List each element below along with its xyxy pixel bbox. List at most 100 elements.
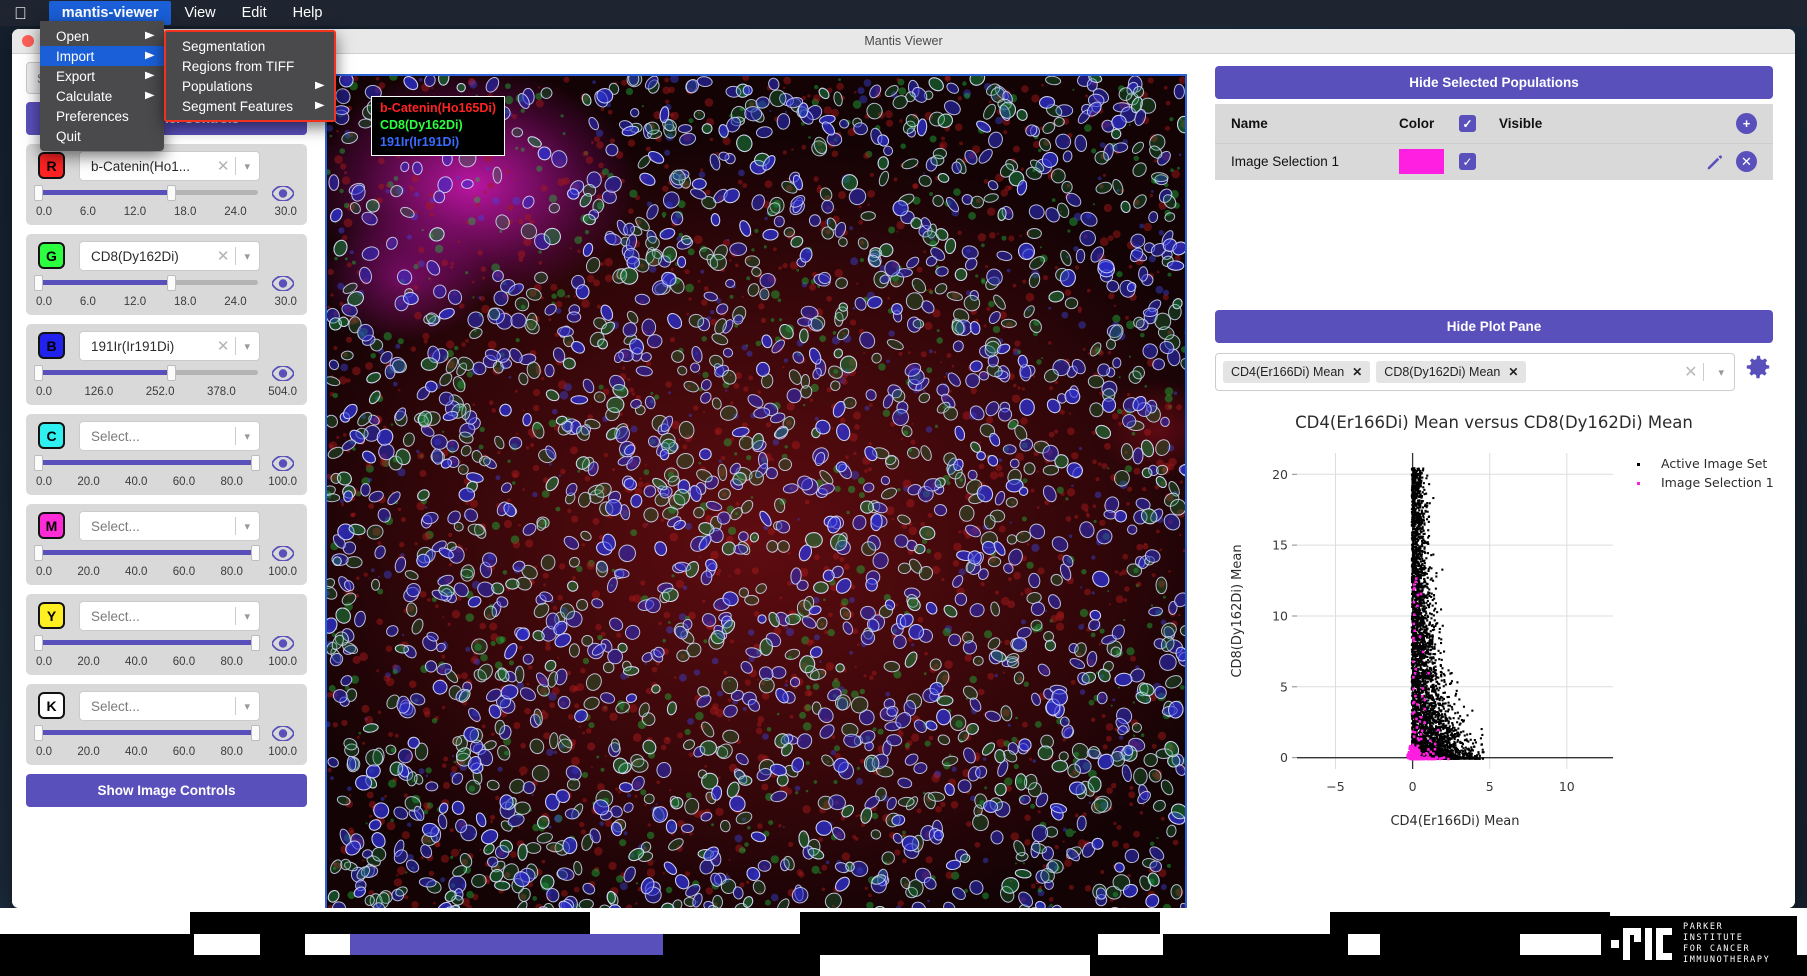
menu-item-segmentation[interactable]: Segmentation (166, 36, 334, 56)
slider-handle-min[interactable] (34, 635, 43, 651)
menu-item-preferences[interactable]: Preferences (40, 106, 164, 126)
table-row[interactable]: Image Selection 1 ✓ ✕ (1215, 143, 1773, 180)
remove-feature-y-icon[interactable]: ✕ (1508, 365, 1518, 379)
channel-select-y[interactable]: Select... ▾ (79, 601, 260, 631)
gear-icon[interactable] (1743, 352, 1773, 382)
channel-badge-k[interactable]: K (38, 692, 65, 719)
plot-feature-selector[interactable]: CD4(Er166Di) Mean ✕ CD8(Dy162Di) Mean ✕ … (1215, 353, 1735, 391)
dock-block (663, 934, 823, 955)
channel-control-m: M Select... ▾ 0.0 20.0 40.0 60.0 80.0 100.0 (26, 504, 307, 585)
channel-badge-b[interactable]: B (38, 332, 65, 359)
channel-badge-m[interactable]: M (38, 512, 65, 539)
channel-badge-c[interactable]: C (38, 422, 65, 449)
eye-icon[interactable] (272, 545, 294, 561)
menubar-item-view[interactable]: View (171, 1, 228, 25)
slider-handle-max[interactable] (167, 275, 177, 291)
clear-channel-icon[interactable]: ✕ (211, 247, 236, 265)
slider-handle-min[interactable] (34, 725, 43, 741)
population-color-swatch[interactable] (1399, 149, 1444, 174)
channel-range-slider-y[interactable] (34, 631, 260, 655)
menu-item-regions-from-tiff[interactable]: Regions from TIFF (166, 56, 334, 76)
feature-tag-y[interactable]: CD8(Dy162Di) Mean ✕ (1376, 361, 1527, 383)
channel-select-k[interactable]: Select... ▾ (79, 691, 260, 721)
slider-handle-min[interactable] (34, 275, 43, 291)
slider-handle-max[interactable] (251, 455, 260, 471)
chevron-down-icon[interactable]: ▾ (236, 520, 253, 533)
channel-range-slider-c[interactable] (34, 451, 260, 475)
chevron-down-icon[interactable]: ▾ (236, 430, 253, 443)
channel-control-c: C Select... ▾ 0.0 20.0 40.0 60.0 80.0 100.0 (26, 414, 307, 495)
column-header-color: Color (1399, 116, 1435, 131)
slider-handle-min[interactable] (34, 185, 43, 201)
slider-handle-min[interactable] (34, 545, 43, 561)
menubar-item-help[interactable]: Help (280, 1, 336, 25)
eye-icon[interactable] (272, 185, 294, 201)
slider-handle-max[interactable] (167, 365, 177, 381)
slider-tick: 0.0 (36, 656, 52, 668)
eye-icon[interactable] (272, 725, 294, 741)
slider-handle-max[interactable] (251, 635, 260, 651)
eye-icon[interactable] (272, 455, 294, 471)
menubar-item-edit[interactable]: Edit (229, 1, 280, 25)
pencil-icon[interactable] (1706, 153, 1724, 171)
add-population-icon[interactable]: + (1736, 113, 1757, 134)
menu-item-export[interactable]: Export ▶ (40, 66, 164, 86)
slider-handle-min[interactable] (34, 365, 43, 381)
feature-tag-x[interactable]: CD4(Er166Di) Mean ✕ (1223, 361, 1371, 383)
dock-block (84, 934, 194, 955)
eye-icon[interactable] (272, 635, 294, 651)
channel-range-slider-k[interactable] (34, 721, 260, 745)
scatter-plot[interactable]: CD4(Er166Di) Mean versus CD8(Dy162Di) Me… (1215, 413, 1773, 883)
channel-badge-y[interactable]: Y (38, 602, 65, 629)
channel-select-r[interactable]: b-Catenin(Ho1... ✕ ▾ (79, 151, 260, 181)
channel-range-slider-g[interactable] (34, 271, 260, 295)
chevron-down-icon[interactable]: ▾ (1710, 366, 1727, 379)
menu-item-populations[interactable]: Populations ▶ (166, 76, 334, 96)
hide-selected-populations-button[interactable]: Hide Selected Populations (1215, 66, 1773, 99)
mantis-viewer-menu[interactable]: Open ▶ Import ▶ Export ▶ Calculate ▶ Preferences… (40, 21, 164, 151)
menu-item-open[interactable]: Open ▶ (40, 26, 164, 46)
show-image-controls-button[interactable]: Show Image Controls (26, 774, 307, 807)
channel-select-b[interactable]: 191Ir(Ir191Di) ✕ ▾ (79, 331, 260, 361)
plot-svg[interactable]: 05101520−5 0 5 10CD4(Er166Di) MeanCD8(Dy162… (1215, 439, 1773, 879)
channel-select-c[interactable]: Select... ▾ (79, 421, 260, 451)
select-all-checkbox[interactable]: ✓ (1459, 115, 1476, 132)
slider-handle-max[interactable] (167, 185, 177, 201)
populations-table-header: Name Color ✓ Visible + (1215, 104, 1773, 143)
image-canvas[interactable]: b-Catenin(Ho165Di) CD8(Dy162Di) 191Ir(Ir… (325, 74, 1187, 908)
hide-plot-pane-button[interactable]: Hide Plot Pane (1215, 310, 1773, 343)
image-viewer[interactable]: b-Catenin(Ho165Di) CD8(Dy162Di) 191Ir(Ir… (317, 54, 1195, 908)
menu-item-segment-features[interactable]: Segment Features ▶ (166, 96, 334, 116)
close-circle-icon[interactable]: ✕ (1736, 151, 1757, 172)
import-submenu[interactable]: Segmentation Regions from TIFF Populations… (164, 30, 336, 122)
eye-icon[interactable] (272, 275, 294, 291)
channel-range-slider-b[interactable] (34, 361, 260, 385)
slider-handle-min[interactable] (34, 455, 43, 471)
clear-channel-icon[interactable]: ✕ (211, 157, 236, 175)
slider-handle-max[interactable] (251, 545, 260, 561)
clear-channel-icon[interactable]: ✕ (211, 337, 236, 355)
channel-badge-g[interactable]: G (38, 242, 65, 269)
channel-range-slider-m[interactable] (34, 541, 260, 565)
remove-feature-x-icon[interactable]: ✕ (1352, 365, 1362, 379)
channel-select-g[interactable]: CD8(Dy162Di) ✕ ▾ (79, 241, 260, 271)
slider-tick: 40.0 (125, 476, 148, 488)
eye-icon[interactable] (272, 365, 294, 381)
menu-item-import[interactable]: Import ▶ (40, 46, 164, 66)
menu-item-calculate[interactable]: Calculate ▶ (40, 86, 164, 106)
chevron-down-icon[interactable]: ▾ (236, 160, 253, 173)
chevron-down-icon[interactable]: ▾ (236, 700, 253, 713)
chevron-down-icon[interactable]: ▾ (236, 610, 253, 623)
channel-badge-r[interactable]: R (38, 152, 65, 179)
chevron-down-icon[interactable]: ▾ (236, 340, 253, 353)
channel-range-slider-r[interactable] (34, 181, 260, 205)
menu-item-quit[interactable]: Quit (40, 126, 164, 146)
apple-logo-icon[interactable]:  (14, 5, 27, 22)
clear-features-icon[interactable]: ✕ (1684, 362, 1697, 382)
channel-select-m[interactable]: Select... ▾ (79, 511, 260, 541)
population-visible-checkbox[interactable]: ✓ (1459, 153, 1476, 170)
slider-handle-max[interactable] (251, 725, 260, 741)
feature-tag-x-label: CD4(Er166Di) Mean (1231, 365, 1345, 379)
slider-tick: 0.0 (36, 386, 52, 398)
chevron-down-icon[interactable]: ▾ (236, 250, 253, 263)
